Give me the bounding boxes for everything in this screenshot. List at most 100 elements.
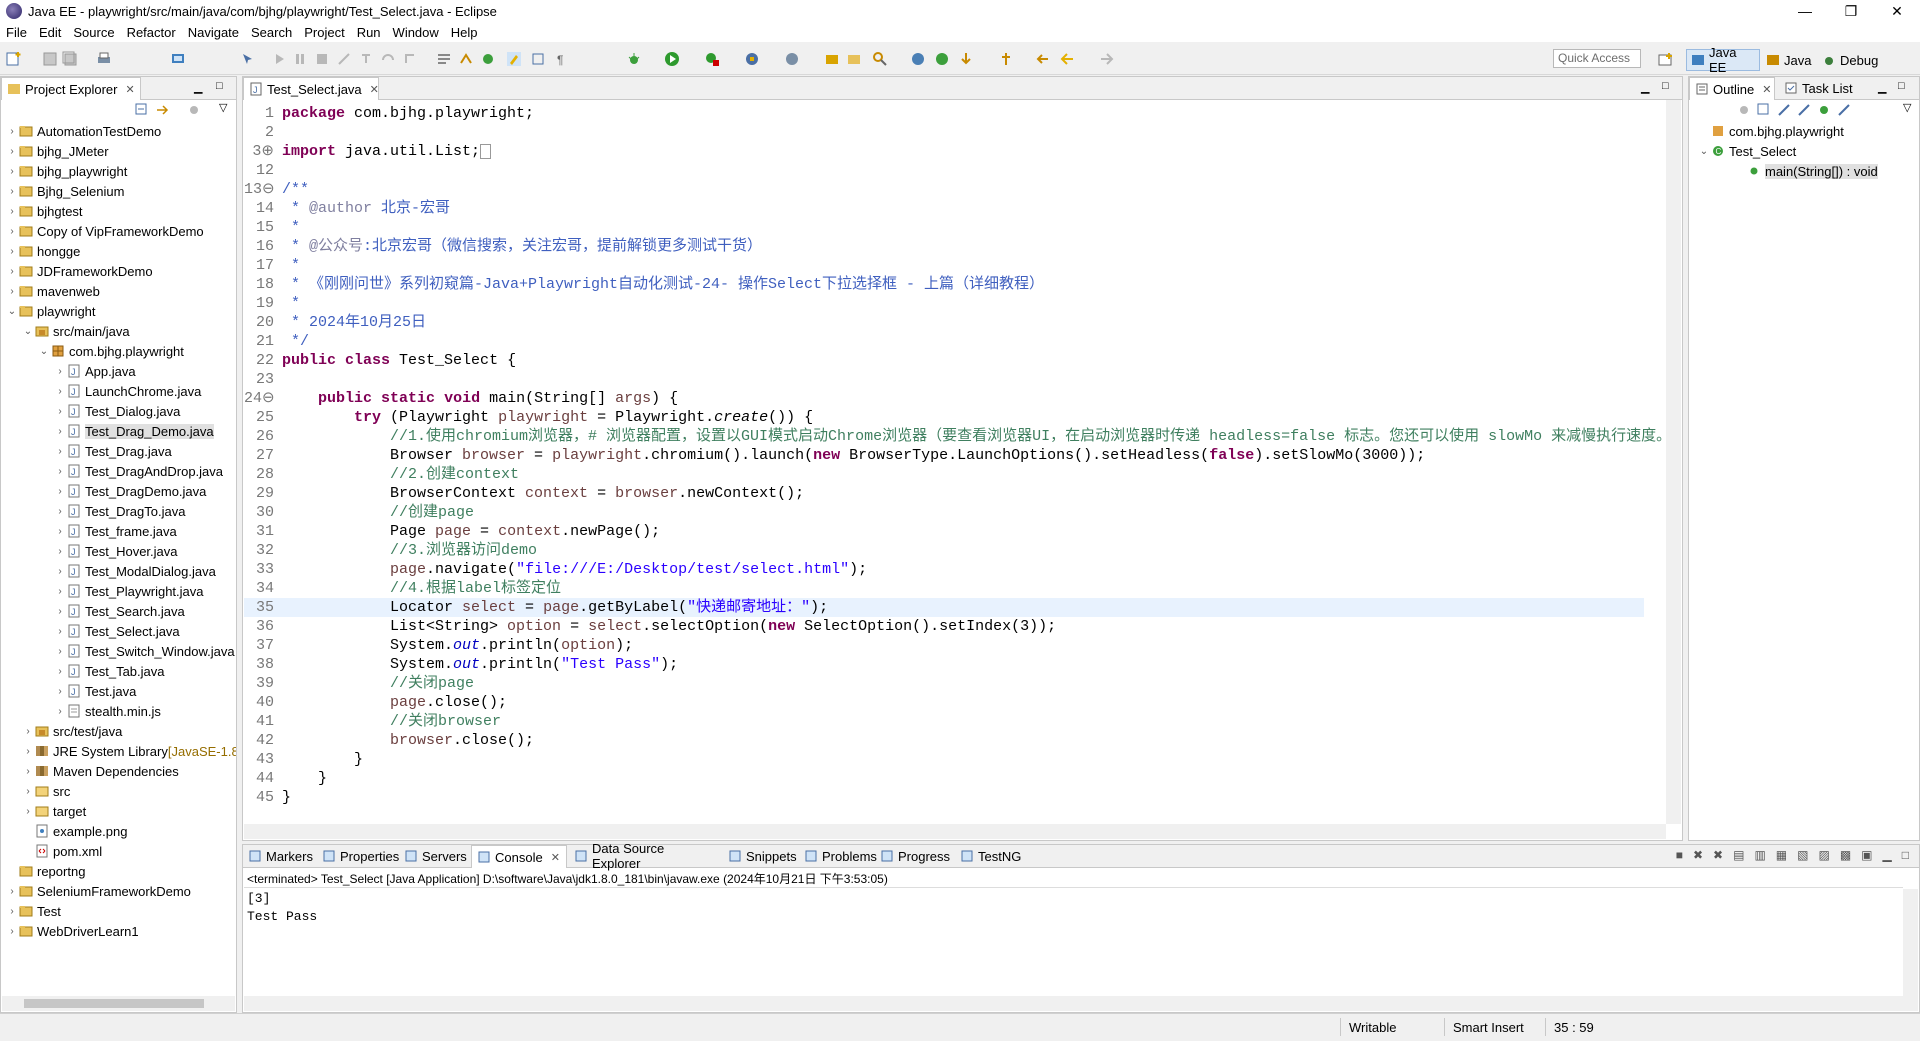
display-console-icon[interactable]: ▩ [1840, 848, 1851, 862]
step-return-icon[interactable] [402, 51, 418, 67]
terminate-icon[interactable] [314, 51, 330, 67]
maximize-view-icon[interactable]: □ [1902, 848, 1909, 862]
minimize-button[interactable]: — [1782, 0, 1828, 22]
menu-refactor[interactable]: Refactor [121, 25, 182, 40]
tree-item[interactable]: › J Test_DragDemo.java [53, 481, 206, 501]
collapsed-chevron-icon[interactable]: › [21, 746, 35, 757]
suspend-icon[interactable] [292, 51, 308, 67]
tab-test-select-java[interactable]: J Test_Select.java ✕ [243, 77, 379, 100]
close-tab-icon[interactable]: ✕ [1762, 83, 1771, 96]
collapsed-chevron-icon[interactable]: › [53, 446, 67, 457]
console-output[interactable]: [3] Test Pass [247, 890, 317, 926]
open-type-icon[interactable] [824, 51, 840, 67]
menu-run[interactable]: Run [351, 25, 387, 40]
tree-item[interactable]: › hongge [5, 241, 80, 261]
tree-item[interactable]: › bjhgtest [5, 201, 82, 221]
maximize-view-icon[interactable]: □ [1898, 80, 1905, 92]
expanded-chevron-icon[interactable]: ⌄ [37, 346, 51, 357]
tree-item[interactable]: › Copy of VipFrameworkDemo [5, 221, 203, 241]
tree-item[interactable]: › J Test_Drag_Demo.java [53, 421, 214, 441]
collapsed-chevron-icon[interactable]: › [53, 406, 67, 417]
collapsed-chevron-icon[interactable]: › [53, 606, 67, 617]
pin-icon[interactable] [998, 51, 1014, 67]
close-tab-icon[interactable]: ✕ [551, 851, 560, 864]
collapsed-chevron-icon[interactable]: › [5, 266, 19, 277]
collapsed-chevron-icon[interactable]: › [53, 426, 67, 437]
forward-icon[interactable] [1098, 51, 1114, 67]
collapsed-chevron-icon[interactable]: › [53, 366, 67, 377]
editor-horizontal-scrollbar[interactable] [244, 824, 1666, 839]
tree-item[interactable]: › target [21, 801, 86, 821]
collapsed-chevron-icon[interactable]: › [5, 226, 19, 237]
tree-item[interactable]: › bjhg_JMeter [5, 141, 108, 161]
tab-progress[interactable]: Progress [875, 845, 953, 867]
expanded-chevron-icon[interactable]: ⌄ [5, 306, 19, 317]
collapsed-chevron-icon[interactable]: › [53, 686, 67, 697]
menu-help[interactable]: Help [445, 25, 484, 40]
minimize-view-icon[interactable]: ▁ [1883, 848, 1892, 862]
outline-item[interactable]: ⌄ C Test_Select [1697, 141, 1796, 161]
run-coverage-icon[interactable] [704, 51, 720, 67]
servers-icon[interactable] [170, 51, 186, 67]
expand-chevron-icon[interactable]: ⌄ [1697, 146, 1711, 157]
collapse-all-icon[interactable] [1757, 103, 1771, 117]
code-line[interactable]: 29 BrowserContext context = browser.newC… [244, 484, 1644, 503]
tree-item[interactable]: ⌄ src/main/java [21, 321, 130, 341]
code-line[interactable]: 24⊖ public static void main(String[] arg… [244, 389, 1644, 408]
globe-icon[interactable] [910, 51, 926, 67]
code-line[interactable]: 40 page.close(); [244, 693, 1644, 712]
tab-data-source-explorer[interactable]: Data Source Explorer [569, 841, 721, 871]
collapsed-chevron-icon[interactable]: › [53, 566, 67, 577]
tree-item[interactable]: › J Test_Tab.java [53, 661, 164, 681]
tab-task-list[interactable]: Task List [1779, 77, 1875, 99]
collapsed-chevron-icon[interactable]: › [53, 506, 67, 517]
tree-item[interactable]: › J App.java [53, 361, 135, 381]
expanded-chevron-icon[interactable]: ⌄ [21, 326, 35, 337]
collapsed-chevron-icon[interactable]: › [21, 786, 35, 797]
minimize-editor-icon[interactable]: ▁ [1641, 81, 1649, 94]
collapsed-chevron-icon[interactable]: › [53, 486, 67, 497]
new-icon[interactable] [6, 51, 22, 67]
menu-window[interactable]: Window [387, 25, 445, 40]
code-line[interactable]: 22 public class Test_Select { [244, 351, 1644, 370]
hide-static-icon[interactable] [1797, 103, 1811, 117]
code-line[interactable]: 33 page.navigate("file:///E:/Desktop/tes… [244, 560, 1644, 579]
tab-snippets[interactable]: Snippets [723, 845, 797, 867]
tree-item[interactable]: › SeleniumFrameworkDemo [5, 881, 191, 901]
perspective-java-ee[interactable]: Java EE [1686, 45, 1760, 75]
tab-testng[interactable]: TestNG [955, 845, 1027, 867]
view-menu-chevron-icon[interactable]: ▽ [1903, 101, 1911, 114]
outline-item[interactable]: main(String[]) : void [1733, 161, 1878, 181]
collapsed-chevron-icon[interactable]: › [53, 466, 67, 477]
tree-item[interactable]: › J Test_Drag.java [53, 441, 171, 461]
horizontal-scrollbar[interactable] [2, 996, 235, 1011]
close-button[interactable]: ✕ [1874, 0, 1920, 22]
code-line[interactable]: 2 [244, 123, 1644, 142]
run-icon[interactable] [664, 51, 680, 67]
link-with-editor-icon[interactable] [155, 103, 169, 117]
code-line[interactable]: 35 Locator select = page.getByLabel("快递邮… [244, 598, 1644, 617]
code-line[interactable]: 12 [244, 161, 1644, 180]
code-line[interactable]: 30 //创建page [244, 503, 1644, 522]
collapsed-chevron-icon[interactable]: › [5, 166, 19, 177]
collapsed-chevron-icon[interactable]: › [5, 146, 19, 157]
tree-item[interactable]: › src/test/java [21, 721, 122, 741]
toggle-breadcrumb-icon[interactable] [436, 51, 452, 67]
last-edit-icon[interactable] [1036, 51, 1052, 67]
scroll-thumb[interactable] [24, 999, 204, 1008]
remove-all-icon[interactable]: ✖ [1713, 848, 1723, 862]
collapsed-chevron-icon[interactable]: › [53, 526, 67, 537]
tab-console[interactable]: Console ✕ [471, 845, 567, 868]
code-line[interactable]: 37 System.out.println(option); [244, 636, 1644, 655]
highlight-icon[interactable] [506, 51, 522, 67]
collapsed-chevron-icon[interactable]: › [21, 726, 35, 737]
tree-item[interactable]: › J Test_DragTo.java [53, 501, 185, 521]
collapsed-chevron-icon[interactable]: › [5, 246, 19, 257]
code-line[interactable]: 23 [244, 370, 1644, 389]
tree-item[interactable]: › J Test_Select.java [53, 621, 179, 641]
collapsed-chevron-icon[interactable]: › [21, 766, 35, 777]
debug-icon[interactable] [626, 51, 642, 67]
view-menu-chevron-icon[interactable]: ▽ [219, 101, 227, 114]
collapsed-chevron-icon[interactable]: › [53, 706, 67, 717]
tree-item[interactable]: › J Test_Search.java [53, 601, 184, 621]
